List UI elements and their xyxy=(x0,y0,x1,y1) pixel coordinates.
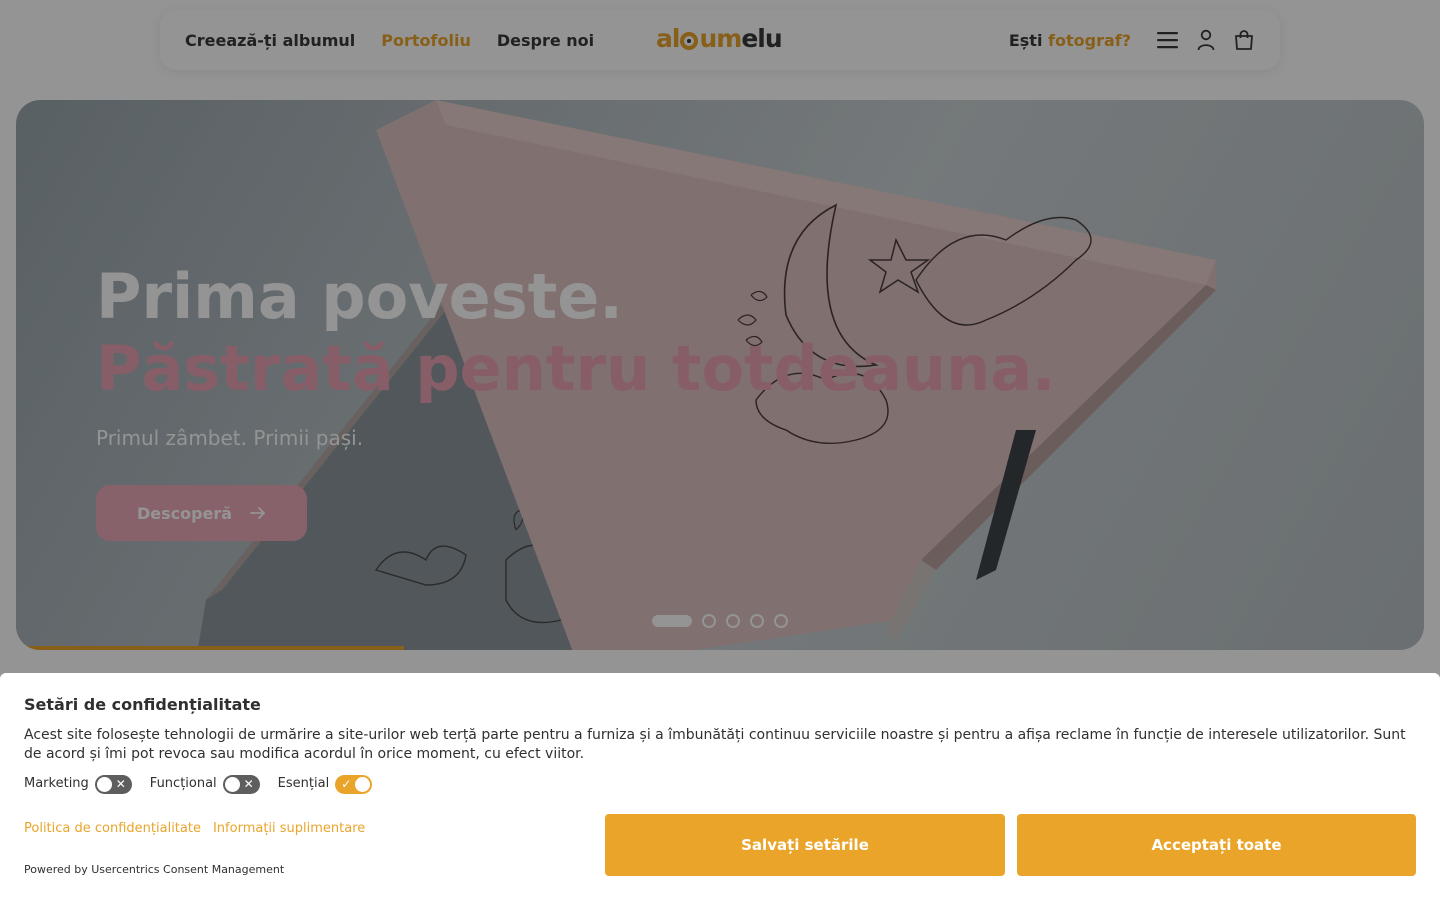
privacy-policy-link[interactable]: Politica de confidențialitate xyxy=(24,821,201,836)
check-icon: ✓ xyxy=(341,777,352,791)
close-icon: ✕ xyxy=(115,777,126,791)
privacy-consent-banner: Setări de confidențialitate Acest site f… xyxy=(0,673,1440,900)
toggle-functional: Funcțional ✕ xyxy=(150,772,260,794)
accept-all-button[interactable]: Acceptați toate xyxy=(1017,814,1416,876)
essential-switch[interactable]: ✓ xyxy=(335,775,373,794)
consent-links: Politica de confidențialitate Informații… xyxy=(24,821,365,836)
save-settings-button[interactable]: Salvați setările xyxy=(605,814,1005,876)
more-info-link[interactable]: Informații suplimentare xyxy=(213,821,365,836)
functional-switch[interactable]: ✕ xyxy=(222,775,260,794)
marketing-switch[interactable]: ✕ xyxy=(94,775,132,794)
toggle-essential: Esențial ✓ xyxy=(278,772,373,794)
consent-title: Setări de confidențialitate xyxy=(24,695,261,714)
consent-text: Acest site folosește tehnologii de urmăr… xyxy=(24,727,1406,762)
toggle-marketing: Marketing ✕ xyxy=(24,772,132,794)
powered-by-text: Powered by Usercentrics Consent Manageme… xyxy=(24,863,285,876)
consent-toggles: Marketing ✕ Funcțional ✕ Esențial ✓ xyxy=(24,772,1416,794)
close-icon: ✕ xyxy=(243,777,254,791)
